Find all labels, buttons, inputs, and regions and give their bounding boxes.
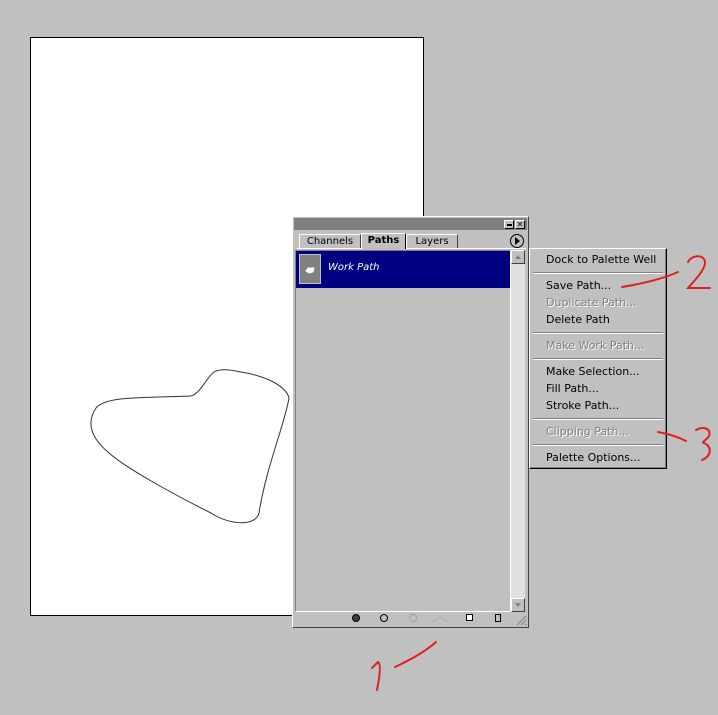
new-path-icon[interactable] <box>463 611 477 625</box>
palette-bottom-toolbar <box>295 611 526 625</box>
annotation-1-digit-flag <box>371 661 379 669</box>
menu-item-save-path[interactable]: Save Path... <box>546 279 611 292</box>
menu-item-duplicate-path: Duplicate Path... <box>546 296 637 309</box>
menu-item-stroke-path[interactable]: Stroke Path... <box>546 399 619 412</box>
paths-palette: ✕ Channels Paths Layers Work Path <box>292 216 529 628</box>
palette-titlebar[interactable]: ✕ <box>294 218 527 230</box>
path-list[interactable]: Work Path <box>295 250 511 612</box>
menu-item-palette-options[interactable]: Palette Options... <box>546 451 641 464</box>
path-row-work-path[interactable]: Work Path <box>296 251 510 288</box>
menu-item-clipping-path: Clipping Path... <box>546 425 629 438</box>
palette-tabs: Channels Paths Layers <box>297 233 526 249</box>
menu-separator <box>533 418 663 420</box>
annotation-1 <box>371 641 437 691</box>
menu-item-make-work-path: Make Work Path... <box>546 339 645 352</box>
minimize-icon[interactable] <box>504 220 514 229</box>
path-thumbnail-shape <box>305 267 315 274</box>
resize-grip-icon[interactable] <box>515 614 527 626</box>
tabs-divider <box>297 248 526 249</box>
scroll-down-icon[interactable] <box>511 598 525 612</box>
fill-path-icon[interactable] <box>349 611 363 625</box>
palette-menu-arrow-icon[interactable] <box>510 234 524 248</box>
menu-item-fill-path[interactable]: Fill Path... <box>546 382 599 395</box>
path-list-scrollbar[interactable] <box>511 250 525 612</box>
close-icon[interactable]: ✕ <box>515 220 525 229</box>
path-thumbnail <box>299 254 321 284</box>
make-work-path-icon[interactable] <box>431 611 449 625</box>
menu-item-dock-to-palette-well[interactable]: Dock to Palette Well <box>546 253 656 266</box>
path-name: Work Path <box>328 262 380 273</box>
tab-layers[interactable]: Layers <box>406 234 458 248</box>
menu-separator <box>533 358 663 360</box>
load-path-as-selection-icon[interactable] <box>406 611 420 625</box>
scroll-up-icon[interactable] <box>511 250 525 264</box>
annotation-3-digit <box>695 427 711 461</box>
menu-separator <box>533 272 663 274</box>
menu-item-make-selection[interactable]: Make Selection... <box>546 365 640 378</box>
annotation-1-stroke <box>394 641 437 668</box>
annotation-1-digit <box>376 661 381 691</box>
tab-paths[interactable]: Paths <box>361 233 406 249</box>
menu-separator <box>533 444 663 446</box>
menu-separator <box>533 332 663 334</box>
annotation-2-digit <box>685 255 711 289</box>
tab-channels[interactable]: Channels <box>299 234 361 248</box>
trash-icon[interactable] <box>491 611 505 625</box>
palette-context-menu: Dock to Palette Well Save Path... Duplic… <box>529 248 667 469</box>
stroke-path-icon[interactable] <box>377 611 391 625</box>
menu-item-delete-path[interactable]: Delete Path <box>546 313 610 326</box>
